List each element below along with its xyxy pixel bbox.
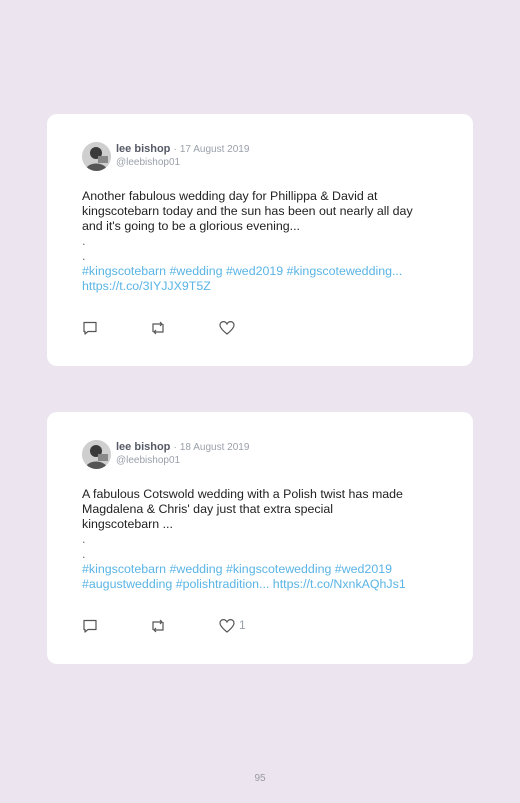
like-count: 1 (239, 618, 246, 632)
heart-icon[interactable] (219, 320, 235, 336)
hashtag-links[interactable]: #augustwedding #polishtradition... https… (82, 577, 444, 592)
retweet-icon[interactable] (149, 618, 167, 634)
page-number: 95 (254, 773, 266, 784)
tweet-dot-line: . (82, 249, 86, 263)
retweet-icon[interactable] (149, 320, 167, 336)
author-name[interactable]: lee bishop (116, 441, 170, 453)
tweet-text-line: Another fabulous wedding day for Phillip… (82, 189, 378, 203)
tweet-card: lee bishop · 17 August 2019 @leebishop01… (47, 114, 473, 366)
tweet-card: lee bishop · 18 August 2019 @leebishop01… (47, 412, 473, 664)
tweet-header: lee bishop · 18 August 2019 @leebishop01 (82, 440, 442, 472)
avatar[interactable] (82, 142, 111, 171)
author-handle[interactable]: @leebishop01 (116, 156, 249, 169)
tweet-text-line: kingscotebarn ... (82, 517, 173, 531)
tweet-header: lee bishop · 17 August 2019 @leebishop01 (82, 142, 442, 174)
tweet-dot-line: . (82, 547, 86, 561)
hashtag-links[interactable]: #kingscotebarn #wedding #kingscoteweddin… (82, 562, 444, 577)
tweet-text: Another fabulous wedding day for Phillip… (82, 189, 444, 294)
tweet-text-line: and it's going to be a glorious evening.… (82, 219, 300, 233)
tweet-date[interactable]: 18 August 2019 (180, 442, 250, 453)
author-handle[interactable]: @leebishop01 (116, 454, 249, 467)
author-name[interactable]: lee bishop (116, 143, 170, 155)
tweet-actions: 1 (82, 618, 282, 634)
tweet-date[interactable]: 17 August 2019 (180, 144, 250, 155)
heart-icon[interactable] (219, 618, 235, 634)
tweet-text-line: A fabulous Cotswold wedding with a Polis… (82, 487, 403, 501)
tweet-text-line: Magdalena & Chris' day just that extra s… (82, 502, 333, 516)
hashtag-links[interactable]: #kingscotebarn #wedding #wed2019 #kingsc… (82, 264, 444, 279)
tweet-link[interactable]: https://t.co/3IYJJX9T5Z (82, 279, 444, 294)
tweet-text: A fabulous Cotswold wedding with a Polis… (82, 487, 444, 592)
separator-dot: · (173, 442, 177, 453)
tweet-dot-line: . (82, 532, 86, 546)
tweet-actions (82, 320, 282, 336)
tweet-text-line: kingscotebarn today and the sun has been… (82, 204, 413, 218)
reply-icon[interactable] (82, 618, 98, 634)
reply-icon[interactable] (82, 320, 98, 336)
separator-dot: · (173, 144, 177, 155)
avatar[interactable] (82, 440, 111, 469)
tweet-dot-line: . (82, 234, 86, 248)
